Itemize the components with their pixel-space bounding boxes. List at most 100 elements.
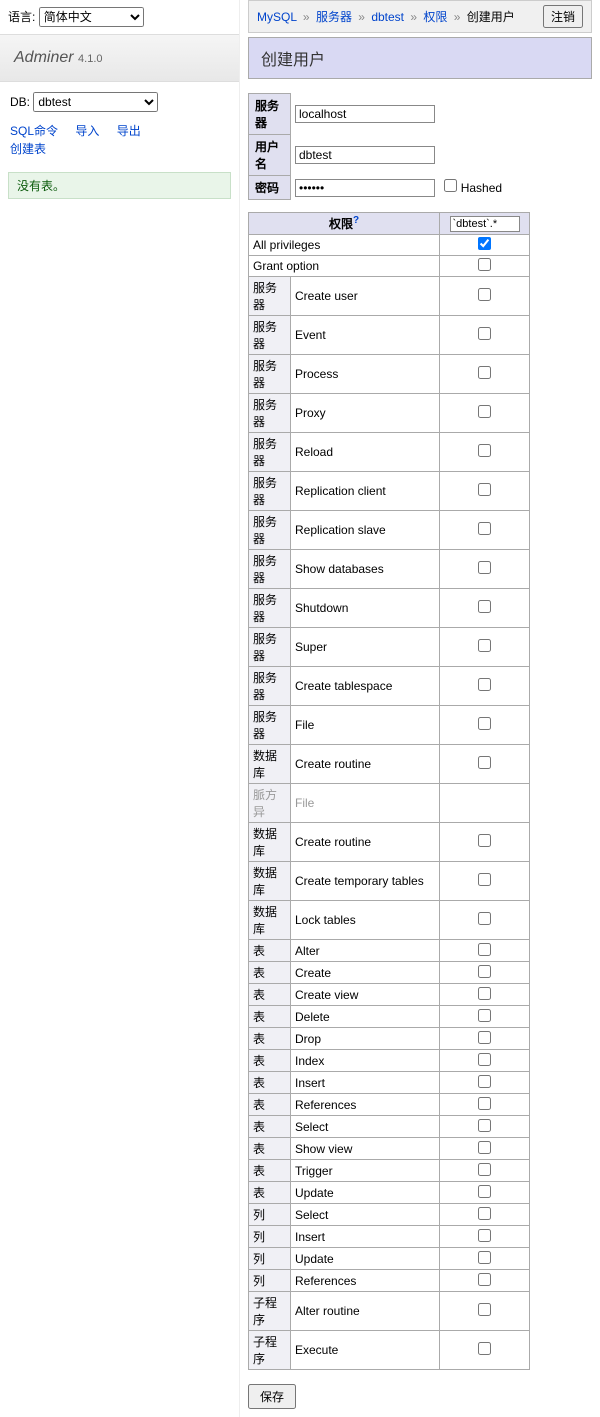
privilege-checkbox[interactable] xyxy=(478,1251,491,1264)
privilege-checkbox[interactable] xyxy=(478,237,491,250)
privilege-checkbox[interactable] xyxy=(478,561,491,574)
privilege-checkbox[interactable] xyxy=(478,405,491,418)
privilege-checkbox[interactable] xyxy=(478,678,491,691)
privilege-checkbox[interactable] xyxy=(478,1185,491,1198)
privilege-name: Select xyxy=(291,1116,440,1138)
privilege-checkbox[interactable] xyxy=(478,600,491,613)
logout-button[interactable]: 注销 xyxy=(543,5,583,28)
privilege-checkbox[interactable] xyxy=(478,1141,491,1154)
privilege-name: Reload xyxy=(291,433,440,472)
privilege-row: 表Index xyxy=(249,1050,530,1072)
privilege-checkbox[interactable] xyxy=(478,1342,491,1355)
privilege-checkbox[interactable] xyxy=(478,1273,491,1286)
privilege-row: Grant option xyxy=(249,256,530,277)
sql-command-link[interactable]: SQL命令 xyxy=(10,122,58,140)
privilege-category: 数据库 xyxy=(249,862,291,901)
privilege-checkbox[interactable] xyxy=(478,522,491,535)
privilege-checkbox[interactable] xyxy=(478,288,491,301)
privilege-category: 服务器 xyxy=(249,355,291,394)
privilege-checkbox[interactable] xyxy=(478,1031,491,1044)
privilege-name: Insert xyxy=(291,1226,440,1248)
server-field-label: 服务器 xyxy=(249,94,291,135)
privilege-category: 表 xyxy=(249,1028,291,1050)
hashed-checkbox[interactable] xyxy=(444,179,457,192)
privilege-name: Grant option xyxy=(249,256,440,277)
privilege-checkbox[interactable] xyxy=(478,1075,491,1088)
privilege-name: Create view xyxy=(291,984,440,1006)
privilege-category: 列 xyxy=(249,1248,291,1270)
privilege-row: 数据库Create routine xyxy=(249,745,530,784)
create-table-link[interactable]: 创建表 xyxy=(10,140,46,158)
privilege-name: Create routine xyxy=(291,745,440,784)
db-select[interactable]: dbtest xyxy=(33,92,158,112)
privilege-checkbox[interactable] xyxy=(478,1009,491,1022)
privilege-checkbox[interactable] xyxy=(478,1119,491,1132)
password-input[interactable] xyxy=(295,179,435,197)
privilege-checkbox[interactable] xyxy=(478,639,491,652)
breadcrumb-db[interactable]: dbtest xyxy=(371,10,404,24)
privilege-category: 表 xyxy=(249,984,291,1006)
privilege-checkbox[interactable] xyxy=(478,717,491,730)
privilege-category: 列 xyxy=(249,1226,291,1248)
privilege-name: Trigger xyxy=(291,1160,440,1182)
export-link[interactable]: 导出 xyxy=(117,122,141,140)
privilege-category: 列 xyxy=(249,1270,291,1292)
privilege-row: 表Select xyxy=(249,1116,530,1138)
language-select[interactable]: 简体中文 xyxy=(39,7,144,27)
privilege-checkbox[interactable] xyxy=(478,873,491,886)
privilege-name: Drop xyxy=(291,1028,440,1050)
privilege-checkbox[interactable] xyxy=(478,1207,491,1220)
privilege-checkbox[interactable] xyxy=(478,1163,491,1176)
privilege-name: Alter xyxy=(291,940,440,962)
privilege-checkbox[interactable] xyxy=(478,444,491,457)
privilege-row: 数据库Create routine xyxy=(249,823,530,862)
privilege-category: 表 xyxy=(249,940,291,962)
privilege-checkbox[interactable] xyxy=(478,756,491,769)
privilege-category: 服务器 xyxy=(249,511,291,550)
privilege-checkbox[interactable] xyxy=(478,987,491,1000)
privilege-checkbox[interactable] xyxy=(478,1303,491,1316)
privilege-row: 服务器File xyxy=(249,706,530,745)
privilege-category: 服务器 xyxy=(249,394,291,433)
privilege-checkbox[interactable] xyxy=(478,258,491,271)
page-title: 创建用户 xyxy=(248,37,592,79)
privilege-checkbox[interactable] xyxy=(478,912,491,925)
breadcrumb-priv[interactable]: 权限 xyxy=(423,10,447,24)
privilege-checkbox[interactable] xyxy=(478,366,491,379)
breadcrumb-server[interactable]: 服务器 xyxy=(316,10,352,24)
priv-help-link[interactable]: ? xyxy=(353,215,359,226)
privilege-row: 服务器Process xyxy=(249,355,530,394)
breadcrumb-mysql[interactable]: MySQL xyxy=(257,10,297,24)
privilege-checkbox[interactable] xyxy=(478,834,491,847)
privilege-row: 表Insert xyxy=(249,1072,530,1094)
privilege-row: 表Trigger xyxy=(249,1160,530,1182)
privilege-category: 表 xyxy=(249,1116,291,1138)
privilege-row: 服务器Super xyxy=(249,628,530,667)
privilege-row: 表Drop xyxy=(249,1028,530,1050)
truncated-row: 脈方异File xyxy=(249,784,530,823)
app-logo: Adminer 4.1.0 xyxy=(14,49,103,66)
privilege-checkbox[interactable] xyxy=(478,483,491,496)
priv-scope-input[interactable] xyxy=(450,216,520,232)
privilege-category: 子程序 xyxy=(249,1331,291,1370)
username-input[interactable] xyxy=(295,146,435,164)
privilege-checkbox[interactable] xyxy=(478,1097,491,1110)
import-link[interactable]: 导入 xyxy=(75,122,99,140)
privilege-row: 服务器Event xyxy=(249,316,530,355)
privilege-row: 列References xyxy=(249,1270,530,1292)
server-input[interactable] xyxy=(295,105,435,123)
privilege-checkbox[interactable] xyxy=(478,1229,491,1242)
privilege-checkbox[interactable] xyxy=(478,1053,491,1066)
privilege-category: 表 xyxy=(249,1072,291,1094)
privilege-checkbox[interactable] xyxy=(478,327,491,340)
privilege-name: Proxy xyxy=(291,394,440,433)
privilege-row: 数据库Lock tables xyxy=(249,901,530,940)
privilege-name: All privileges xyxy=(249,235,440,256)
save-button[interactable]: 保存 xyxy=(248,1384,296,1409)
privilege-category: 服务器 xyxy=(249,472,291,511)
privilege-row: 表Show view xyxy=(249,1138,530,1160)
privilege-checkbox[interactable] xyxy=(478,965,491,978)
privilege-row: 服务器Shutdown xyxy=(249,589,530,628)
privilege-row: 列Update xyxy=(249,1248,530,1270)
privilege-row: 服务器Proxy xyxy=(249,394,530,433)
